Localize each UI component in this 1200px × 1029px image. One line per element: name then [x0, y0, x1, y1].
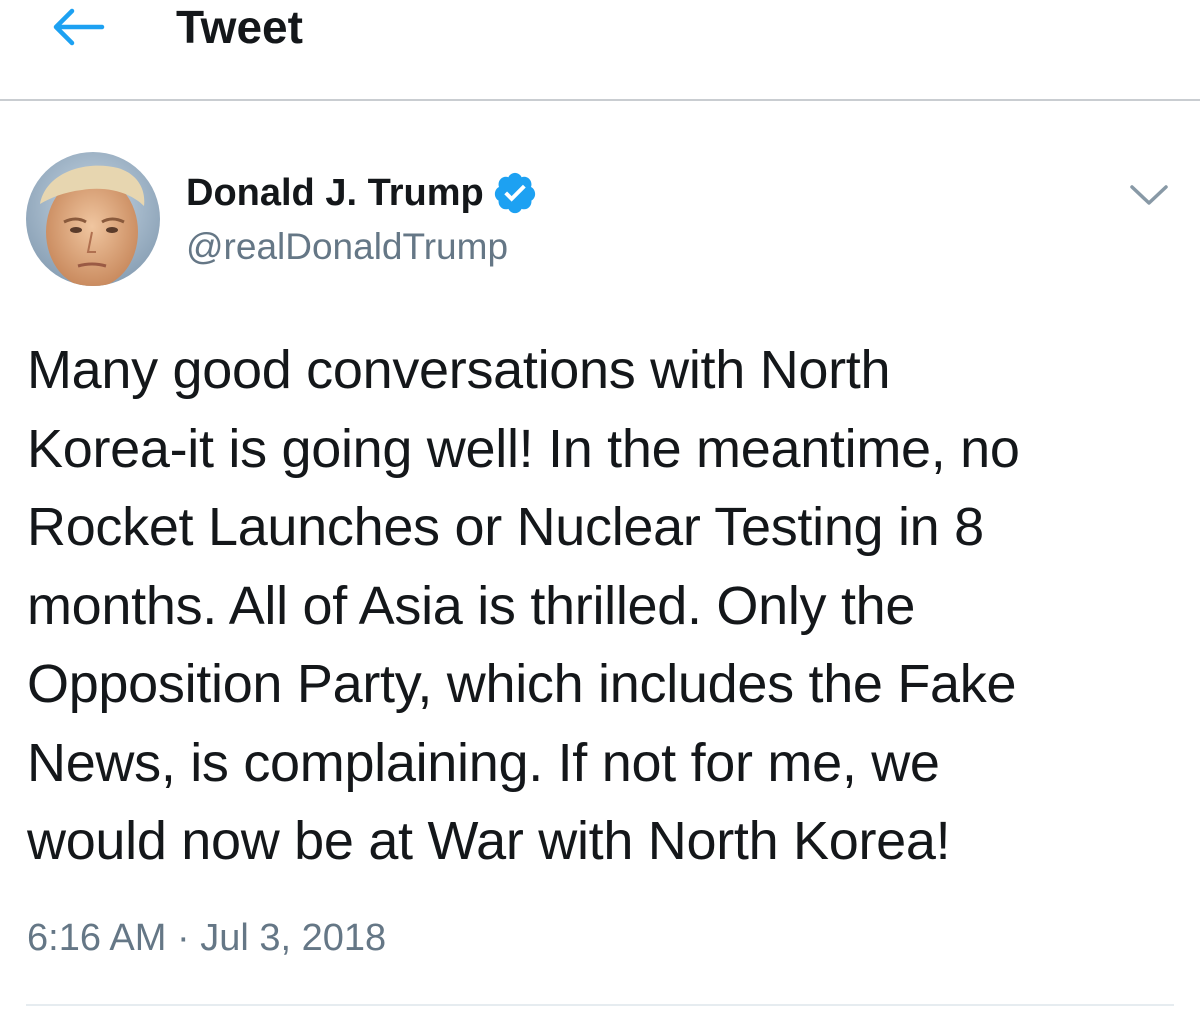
arrow-left-icon — [53, 8, 105, 46]
tweet-timestamp[interactable]: 6:16 AM · Jul 3, 2018 — [27, 913, 386, 963]
back-button[interactable] — [46, 2, 110, 52]
page-title: Tweet — [176, 1, 303, 53]
tweet-time: 6:16 AM — [27, 917, 167, 959]
avatar[interactable] — [26, 152, 160, 286]
profile-photo — [26, 152, 160, 286]
chevron-down-icon — [1130, 185, 1168, 205]
more-options-button[interactable] — [1126, 175, 1172, 215]
tweet-text: Many good conversations with North Korea… — [27, 340, 1020, 871]
tweet-date: Jul 3, 2018 — [200, 917, 387, 959]
author-handle[interactable]: @realDonaldTrump — [186, 225, 508, 269]
author-name[interactable]: Donald J. Trump — [186, 171, 484, 215]
verified-badge-icon — [494, 172, 535, 214]
divider — [26, 1004, 1174, 1006]
meta-separator: · — [176, 917, 190, 959]
author-name-row[interactable]: Donald J. Trump — [186, 170, 538, 216]
top-bar: Tweet — [0, 0, 1200, 101]
